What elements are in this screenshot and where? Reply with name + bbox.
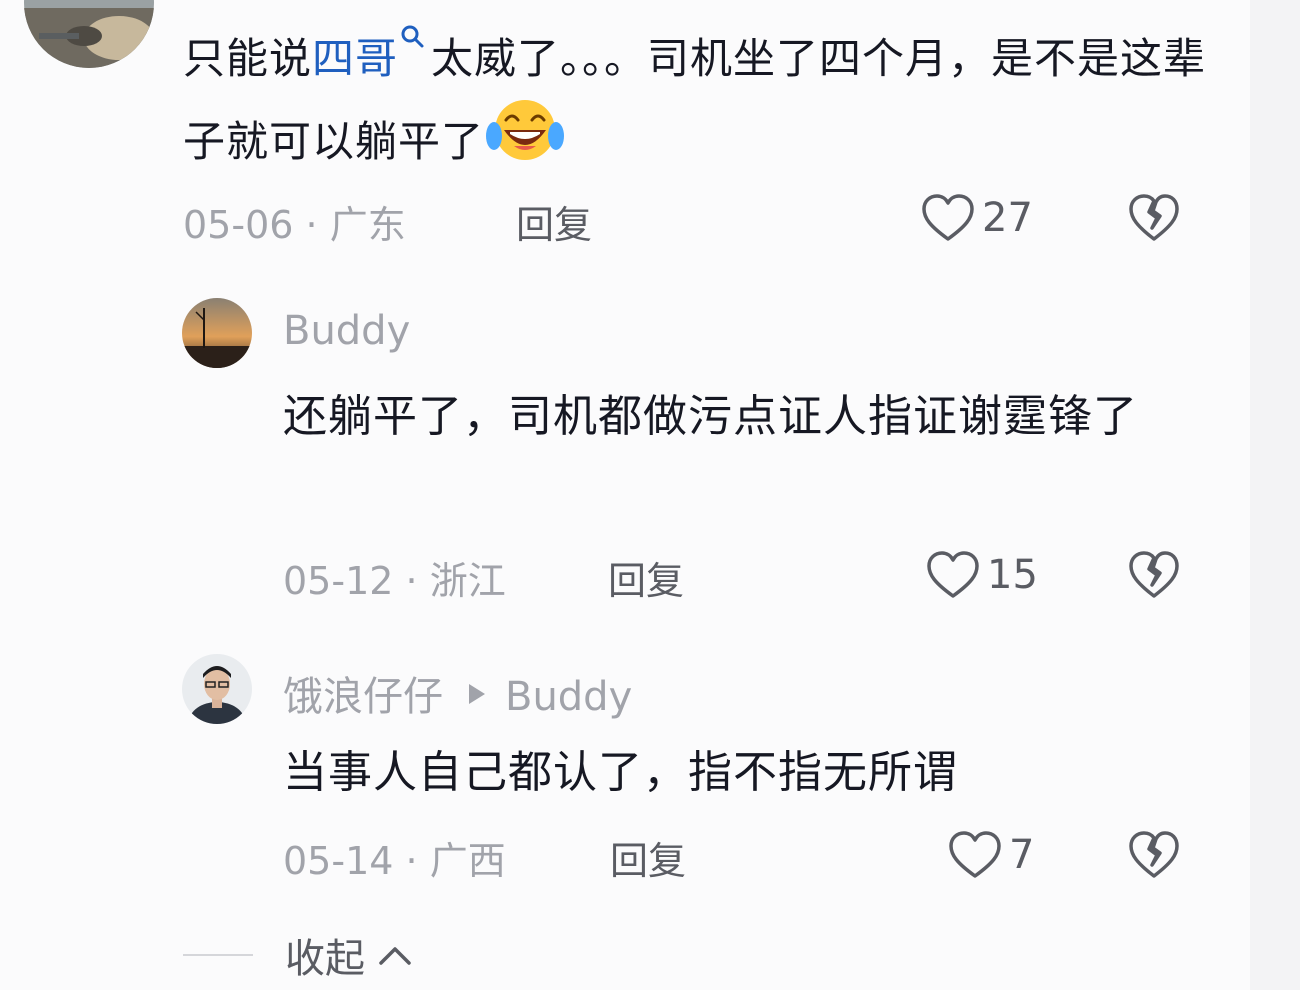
broken-heart-icon [1129, 194, 1179, 241]
comment-text-before: 只能说 [183, 34, 313, 83]
comment-location: 广东 [329, 203, 406, 247]
reply-button[interactable]: 回复 [608, 550, 684, 605]
dislike-button[interactable] [1127, 549, 1181, 601]
reply-date: 05-12 [283, 559, 394, 603]
like-count: 15 [987, 552, 1038, 598]
broken-heart-icon [1129, 831, 1179, 878]
reply-location: 浙江 [429, 559, 506, 603]
comment-date: 05-06 [183, 203, 294, 247]
reply-to-username[interactable]: Buddy [505, 674, 632, 720]
avatar[interactable] [182, 298, 252, 368]
chevron-up-icon [379, 947, 411, 965]
divider [183, 954, 253, 956]
heart-outline-icon [922, 194, 974, 241]
comment-text: 只能说四哥 太威了。。。司机坐了四个月，是不是这辈子就可以躺平了 [183, 22, 1223, 179]
reply-button[interactable]: 回复 [516, 194, 592, 249]
search-icon[interactable] [399, 23, 425, 55]
reply-meta: 05-12 · 浙江 [283, 550, 506, 605]
reply-to-arrow-icon [469, 684, 485, 704]
avatar[interactable] [182, 654, 252, 724]
laughing-tears-emoji [486, 100, 565, 160]
dislike-button[interactable] [1127, 192, 1181, 244]
like-count: 7 [1009, 832, 1035, 878]
like-button[interactable]: 27 [920, 188, 1033, 248]
like-button[interactable]: 7 [947, 825, 1034, 885]
reply-header: 饿浪仔仔 Buddy [283, 664, 632, 722]
dislike-button[interactable] [1127, 829, 1181, 881]
like-count: 27 [982, 195, 1033, 241]
comment-meta: 05-06 · 广东 [183, 194, 406, 249]
meta-dot: · [305, 203, 330, 247]
meta-dot: · [405, 559, 430, 603]
reply-text: 还躺平了，司机都做污点证人指证谢霆锋了 [283, 391, 1138, 442]
heart-outline-icon [927, 551, 979, 598]
reply-location: 广西 [429, 839, 506, 883]
search-link[interactable]: 四哥 [312, 34, 398, 83]
reply-text: 当事人自己都认了，指不指无所谓 [283, 747, 958, 798]
username[interactable]: 饿浪仔仔 [283, 674, 443, 720]
like-button[interactable]: 15 [925, 545, 1038, 605]
username[interactable]: Buddy [283, 308, 410, 354]
reply-button[interactable]: 回复 [610, 830, 686, 885]
broken-heart-icon [1129, 551, 1179, 598]
reply-date: 05-14 [283, 839, 394, 883]
side-gutter [1250, 0, 1300, 990]
heart-outline-icon [949, 831, 1001, 878]
collapse-label: 收起 [285, 936, 365, 982]
reply-meta: 05-14 · 广西 [283, 830, 506, 885]
meta-dot: · [405, 839, 430, 883]
collapse-replies-button[interactable]: 收起 [183, 925, 413, 985]
